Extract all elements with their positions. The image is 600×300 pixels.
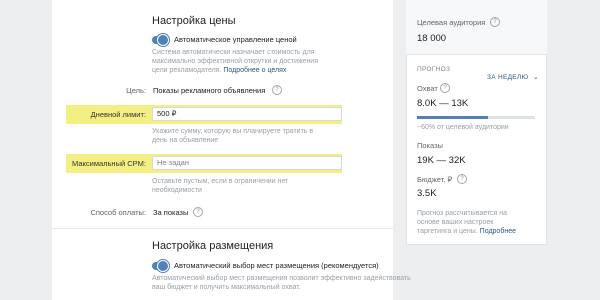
daily-limit-hint: Укажите сумму, которую вы планируете тра… [152, 128, 314, 144]
payment-help-icon[interactable]: ? [193, 207, 203, 217]
audience-value: 18 000 [417, 33, 447, 44]
reach-progress-bar [417, 116, 535, 119]
reach-label: Охват [417, 84, 438, 93]
payment-method-value: За показы [153, 208, 189, 217]
price-section-title: Настройка цены [152, 15, 236, 27]
daily-limit-input[interactable]: 500 ₽ [152, 107, 342, 121]
goal-help-icon[interactable]: ? [272, 85, 282, 95]
max-cpm-input[interactable]: Не задан [152, 156, 342, 170]
auto-placement-toggle[interactable] [152, 260, 169, 272]
payment-method-label: Способ оплаты: [90, 208, 146, 217]
audience-label: Целевая аудитория [417, 18, 486, 27]
auto-price-toggle[interactable] [152, 34, 169, 46]
forecast-more-link[interactable]: Подробнее [480, 228, 516, 235]
max-cpm-label: Максимальный CPM: [72, 159, 146, 168]
chevron-down-icon: ⌄ [532, 74, 539, 81]
goal-label: Цель: [126, 86, 146, 95]
forecast-label: ПРОГНОЗ [417, 66, 451, 73]
budget-label: Бюджет, ₽ [417, 175, 453, 184]
auto-price-toggle-label: Автоматическое управление ценой [174, 35, 297, 44]
impressions-label: Показы [417, 141, 443, 150]
placement-description: Автоматический выбор мест размещения поз… [152, 275, 411, 291]
reach-note: ~60% от целевой аудитории [417, 124, 509, 131]
reach-help-icon[interactable]: ? [440, 83, 450, 93]
reach-progress-fill [417, 116, 488, 119]
max-cpm-hint: Оставьте пустым, если в ограничении нет … [152, 178, 289, 194]
section-divider [52, 228, 393, 229]
reach-value: 8.0K — 13K [417, 98, 469, 109]
auto-placement-toggle-label: Автоматический выбор мест размещения (ре… [174, 261, 379, 270]
goals-more-link[interactable]: Подробнее о целях [223, 67, 286, 74]
goal-value: Показы рекламного объявления [153, 86, 266, 95]
forecast-note: Прогноз рассчитывается на основе ваших н… [417, 210, 516, 235]
price-settings-panel [52, 0, 393, 300]
daily-limit-label: Дневной лимит: [90, 110, 146, 119]
forecast-card-divider [406, 54, 547, 55]
budget-value: 3.5K [417, 188, 437, 199]
audience-help-icon[interactable]: ? [490, 17, 500, 27]
impressions-value: 19K — 32K [417, 155, 466, 166]
auto-price-description: Система автоматически назначает стоимост… [152, 49, 319, 74]
period-dropdown[interactable]: ЗА НЕДЕЛЮ ⌄ [487, 66, 539, 84]
audience-block [406, 0, 547, 54]
budget-help-icon[interactable]: ? [457, 174, 467, 184]
placement-section-title: Настройка размещения [152, 240, 274, 252]
